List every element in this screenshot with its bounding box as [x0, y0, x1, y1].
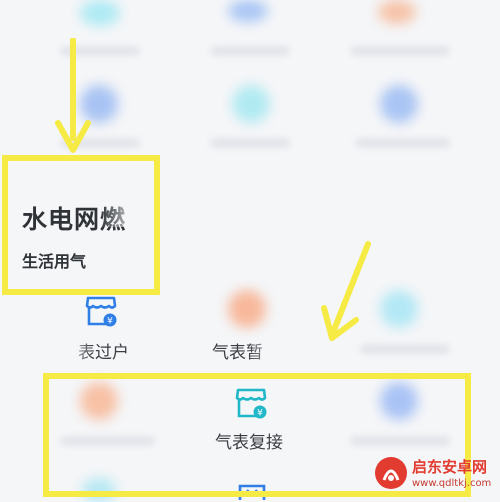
fade-overlay — [248, 336, 308, 360]
shop-meter-icon[interactable]: ¥ — [84, 294, 118, 328]
blurred-label — [350, 46, 450, 56]
watermark-logo-icon — [375, 457, 407, 489]
watermark-url: www.qdltkj.com — [412, 478, 492, 489]
blurred-label — [210, 46, 290, 56]
fade-overlay — [52, 336, 92, 360]
blurred-icon — [228, 0, 268, 22]
blurred-icon — [232, 85, 270, 123]
arrow-down-icon — [55, 38, 91, 153]
watermark-brand: 启东安卓网 — [412, 458, 488, 476]
arrow-down-left-icon — [321, 241, 371, 341]
blurred-label — [360, 344, 450, 354]
blurred-icon — [380, 85, 418, 123]
svg-text:¥: ¥ — [107, 317, 113, 327]
highlight-box — [2, 155, 160, 295]
blurred-label — [210, 138, 290, 148]
blurred-icon — [378, 0, 416, 24]
blurred-icon — [380, 290, 418, 328]
blurred-label — [355, 138, 450, 148]
blurred-icon — [80, 0, 120, 26]
watermark: 启东安卓网 www.qdltkj.com — [374, 454, 492, 496]
blurred-orange-icon — [228, 290, 266, 328]
